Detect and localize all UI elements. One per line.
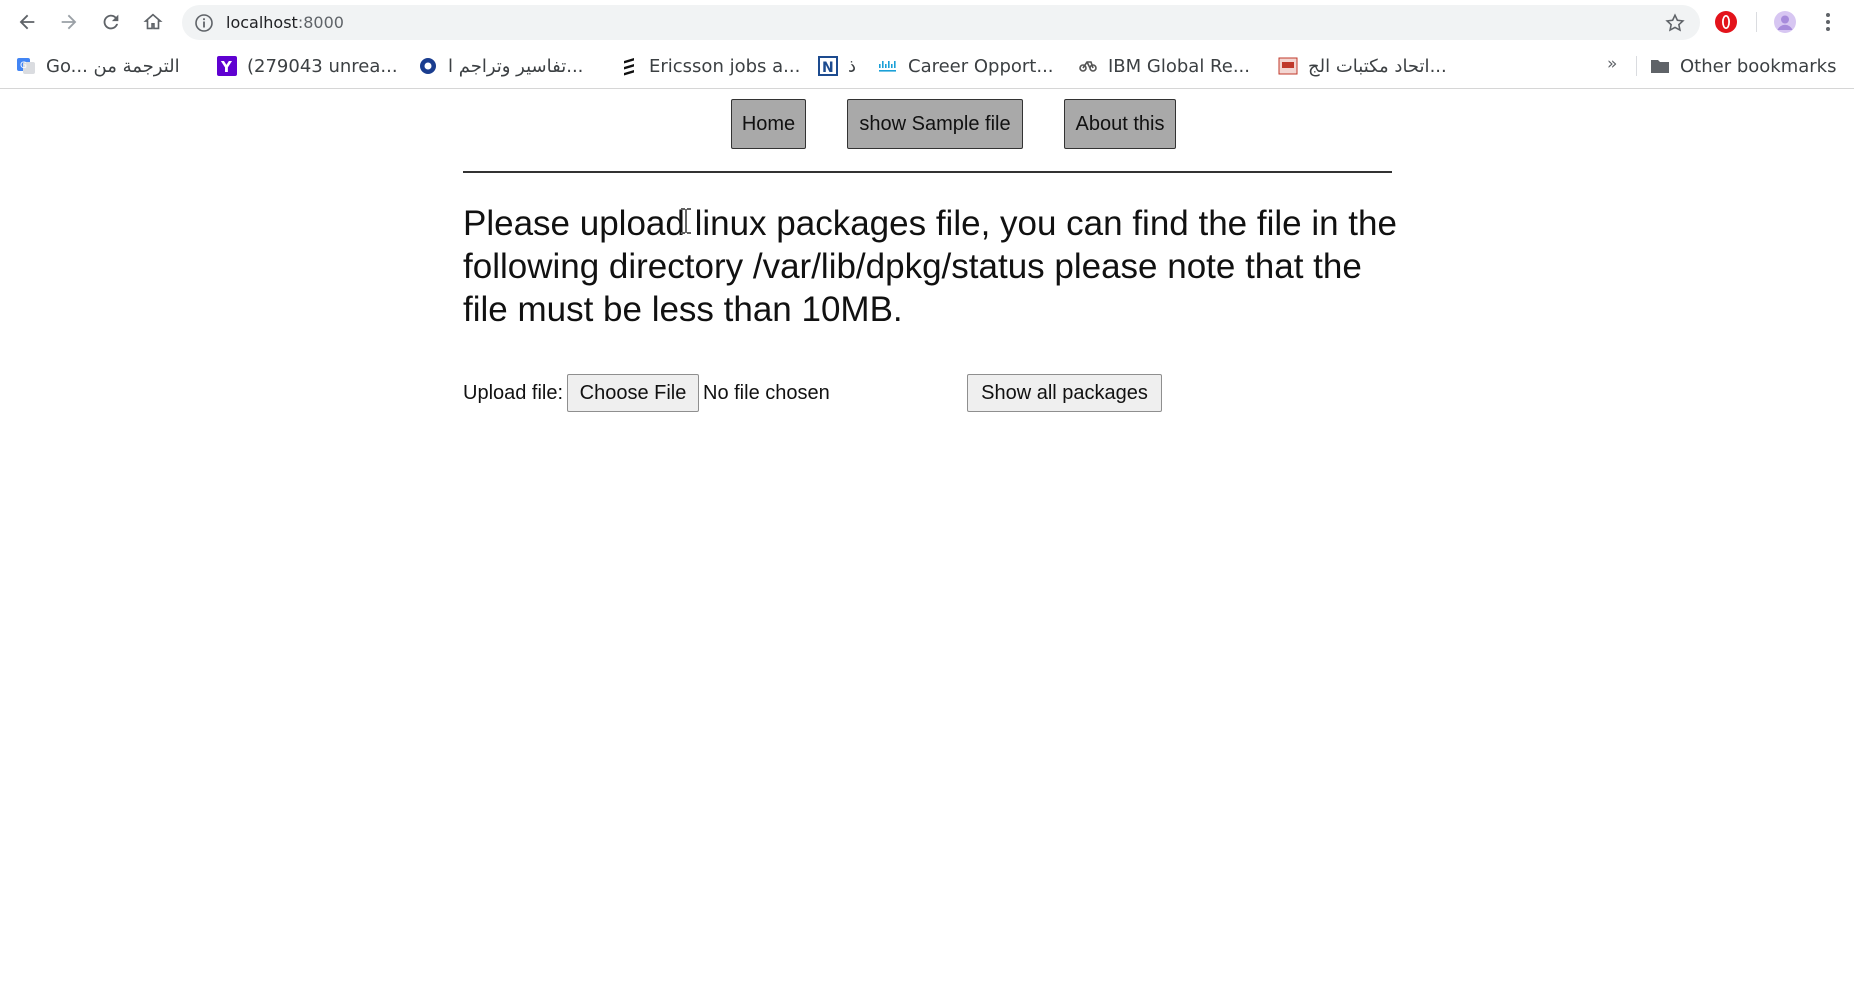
upload-instructions: Please upload linux packages file, you c… [463, 204, 1397, 329]
toolbar-divider [1756, 12, 1757, 32]
library-icon [1278, 57, 1298, 75]
browser-menu-icon[interactable] [1816, 10, 1840, 34]
folder-icon [1651, 60, 1669, 73]
bookmark-item[interactable]: IBM Global Re... [1078, 53, 1250, 79]
file-status-text: No file chosen [703, 382, 830, 404]
bookmark-item[interactable]: تفاسير وتراجم ا... [418, 53, 583, 79]
forward-arrow-icon [61, 14, 77, 30]
bookmark-item[interactable]: G Go... الترجمة من [16, 53, 180, 79]
choose-file-button[interactable]: Choose File [567, 374, 699, 412]
reload-button[interactable] [96, 7, 126, 37]
site-nav: Home show Sample file About this [0, 99, 1854, 149]
bookmark-star-icon[interactable] [1664, 12, 1686, 34]
home-nav-button[interactable]: Home [731, 99, 806, 149]
bookmark-label: ذ [848, 55, 857, 77]
reload-icon [103, 14, 119, 30]
upload-file-label: Upload file: [463, 382, 564, 404]
show-all-packages-button[interactable]: Show all packages [967, 374, 1162, 412]
profile-avatar-icon[interactable] [1773, 10, 1797, 34]
other-bookmarks-label: Other bookmarks [1680, 55, 1837, 77]
other-bookmarks-folder[interactable]: Other bookmarks [1650, 53, 1836, 79]
cisco-icon [879, 61, 896, 72]
url-host: localhost [226, 13, 298, 32]
about-this-button[interactable]: About this [1064, 99, 1176, 149]
svg-text:N: N [822, 60, 834, 76]
bookmark-label: Ericsson jobs a... [649, 55, 801, 77]
back-button[interactable] [12, 7, 42, 37]
bookmark-item[interactable]: Y (279043 unrea... [217, 53, 398, 79]
bookmark-label: اتحاد مكتبات الج... [1308, 55, 1447, 77]
bookmark-label: IBM Global Re... [1108, 55, 1250, 77]
show-sample-file-button[interactable]: show Sample file [847, 99, 1023, 149]
bookmark-item[interactable]: Ericsson jobs a... [619, 53, 800, 79]
yahoo-icon: Y [217, 56, 237, 76]
svg-text:G: G [20, 61, 27, 71]
bookmarks-divider [1636, 56, 1637, 76]
n-site-icon: N [818, 56, 838, 76]
home-browser-button[interactable] [138, 7, 168, 37]
bookmark-item[interactable]: N ذ [818, 53, 856, 79]
address-bar[interactable]: localhost:8000 [182, 5, 1700, 40]
bookmarks-overflow-button[interactable]: » [1607, 54, 1617, 74]
url-port: :8000 [297, 13, 344, 32]
bookmarks-bar: G Go... الترجمة من Y (279043 unrea... تف… [0, 44, 1854, 89]
opera-extension-icon[interactable] [1714, 10, 1738, 34]
info-icon[interactable] [194, 13, 214, 33]
bookmark-label: Go... الترجمة من [46, 55, 180, 77]
back-arrow-icon [19, 14, 35, 30]
ibm-icon [1079, 61, 1097, 72]
horizontal-divider [463, 171, 1392, 173]
home-icon [143, 13, 163, 30]
bookmark-item[interactable]: Career Opport... [878, 53, 1054, 79]
bookmark-label: Career Opport... [908, 55, 1054, 77]
bookmark-label: (279043 unrea... [247, 55, 398, 77]
browser-toolbar: localhost:8000 [0, 0, 1854, 44]
url-text[interactable]: localhost:8000 [226, 13, 344, 32]
gear-site-icon [420, 58, 436, 74]
bookmark-item[interactable]: اتحاد مكتبات الج... [1278, 53, 1447, 79]
google-translate-icon: G [17, 58, 35, 74]
forward-button[interactable] [54, 7, 84, 37]
svg-text:Y: Y [220, 58, 233, 76]
text-cursor-icon [681, 208, 691, 234]
bookmark-label: تفاسير وتراجم ا... [448, 55, 584, 77]
ericsson-icon [624, 58, 634, 76]
